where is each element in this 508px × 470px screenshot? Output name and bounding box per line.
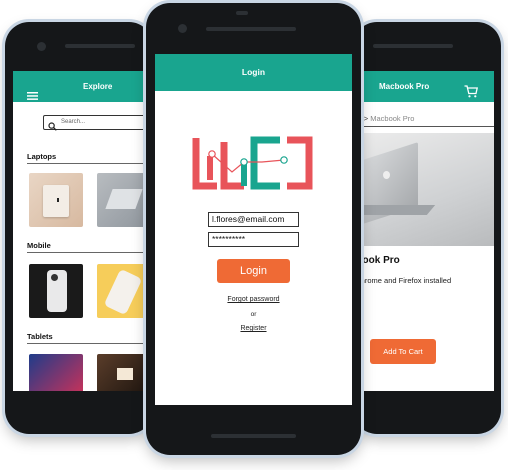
app-logo [192,136,313,190]
section-divider [27,343,153,344]
page-title: Explore [83,82,113,91]
section-title-mobile: Mobile [27,241,51,250]
product-thumb-tablet-2[interactable] [97,354,153,391]
explore-app-bar: Explore [13,71,153,102]
breadcrumb-current: Macbook Pro [370,114,415,123]
search-input[interactable]: Search... [61,119,85,125]
front-camera [37,42,46,51]
front-camera [178,24,187,33]
or-separator: or [250,311,257,318]
login-button[interactable]: Login [217,259,290,283]
section-title-tablets: Tablets [27,332,53,341]
product-thumb-mobile-1[interactable] [29,264,83,318]
breadcrumb-divider [353,126,494,127]
section-divider [27,252,153,253]
product-image [353,133,494,246]
section-title-laptops: Laptops [27,152,57,161]
section-divider [27,163,153,164]
speaker-grille [211,434,296,438]
left-screen: Explore Search... Laptops Mobile Tablets [13,71,153,391]
add-to-cart-button[interactable]: Add To Cart [370,339,436,364]
shopping-cart-icon[interactable] [464,80,479,111]
product-thumb-tablet-1[interactable] [29,354,83,391]
email-field[interactable]: l.flores@email.com [208,212,299,227]
speaker-grille [65,44,135,48]
login-app-bar: Login [155,54,352,91]
left-phone: Explore Search... Laptops Mobile Tablets [5,22,153,434]
search-bar[interactable]: Search... [43,115,153,131]
product-app-bar: Macbook Pro [353,71,494,102]
speaker-grille [206,27,296,31]
right-screen: Macbook Pro Laptops > Macbook Pro Macboo… [353,71,494,391]
speaker-grille [236,11,248,15]
register-link[interactable]: Register [155,325,352,332]
page-title: Login [241,67,266,77]
product-thumb-mobile-2[interactable] [97,264,153,318]
page-title: Macbook Pro [379,82,430,91]
product-thumb-laptop-1[interactable] [29,173,83,227]
right-phone: Macbook Pro Laptops > Macbook Pro Macboo… [353,22,501,434]
product-thumb-laptop-2[interactable] [97,173,153,227]
password-field[interactable]: ********** [208,232,299,247]
speaker-grille [373,44,453,48]
center-screen: Login l.flores@email.com ********** Logi… [155,54,352,405]
center-phone: Login l.flores@email.com ********** Logi… [146,3,361,455]
hamburger-menu-icon[interactable] [27,82,38,100]
breadcrumb: Laptops > Macbook Pro [353,114,414,123]
forgot-password-link[interactable]: Forgot password [155,296,352,303]
product-description: Comes with Chrome and Firefox installed [353,276,452,285]
search-icon [48,118,57,136]
